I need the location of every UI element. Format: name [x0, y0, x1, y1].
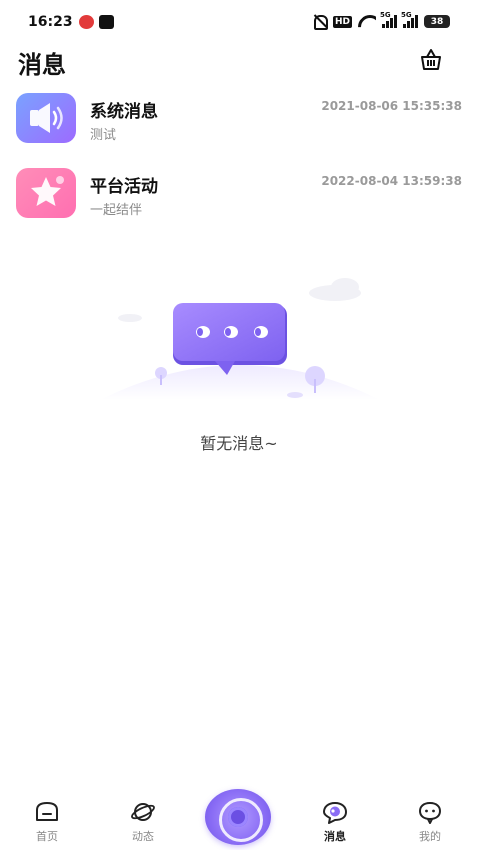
page-title: 消息	[18, 51, 66, 79]
tiktok-notification-icon	[99, 15, 114, 29]
message-preview: 一起结伴	[90, 203, 143, 218]
signal-icon-2: 5G	[401, 11, 418, 28]
message-time: 2022-08-04 13:59:38	[321, 174, 462, 188]
nav-label: 消息	[324, 830, 346, 843]
planet-icon	[131, 803, 155, 821]
nav-label: 我的	[419, 830, 441, 843]
app-notification-icon	[79, 15, 94, 29]
nav-label: 首页	[36, 830, 58, 843]
speaker-icon	[16, 93, 76, 143]
message-preview: 测试	[90, 128, 117, 143]
basket-icon	[421, 49, 441, 70]
nav-item-messages[interactable]: 消息	[305, 800, 365, 844]
mute-bell-icon	[312, 14, 328, 30]
empty-state-illustration	[95, 275, 385, 415]
status-time: 16:23	[28, 14, 73, 30]
bottom-nav: 首页 动态 消息 我的	[0, 780, 478, 850]
hd-badge: HD	[332, 15, 352, 28]
home-icon	[36, 802, 58, 821]
nav-item-profile[interactable]: 我的	[400, 800, 460, 844]
message-item-activity[interactable]: 平台活动 一起结伴 2022-08-04 13:59:38	[0, 168, 478, 238]
star-icon	[16, 168, 76, 218]
clear-messages-button[interactable]	[418, 46, 444, 72]
profile-icon	[418, 801, 442, 824]
message-item-system[interactable]: 系统消息 测试 2021-08-06 15:35:38	[0, 93, 478, 163]
camera-lens-icon[interactable]	[205, 789, 271, 845]
message-title: 平台活动	[90, 177, 158, 197]
status-bar: 16:23 HD 5G 5G 38	[0, 0, 478, 44]
message-time: 2021-08-06 15:35:38	[321, 99, 462, 113]
nav-item-home[interactable]: 首页	[17, 800, 77, 844]
signal-icon: 5G	[380, 11, 397, 28]
nav-label: 动态	[132, 830, 154, 843]
wifi-icon	[358, 15, 376, 28]
nav-item-feed[interactable]: 动态	[113, 800, 173, 844]
empty-state-text: 暂无消息~	[200, 434, 278, 453]
message-title: 系统消息	[90, 102, 158, 122]
message-icon	[323, 802, 347, 824]
battery-indicator: 38	[424, 15, 450, 28]
